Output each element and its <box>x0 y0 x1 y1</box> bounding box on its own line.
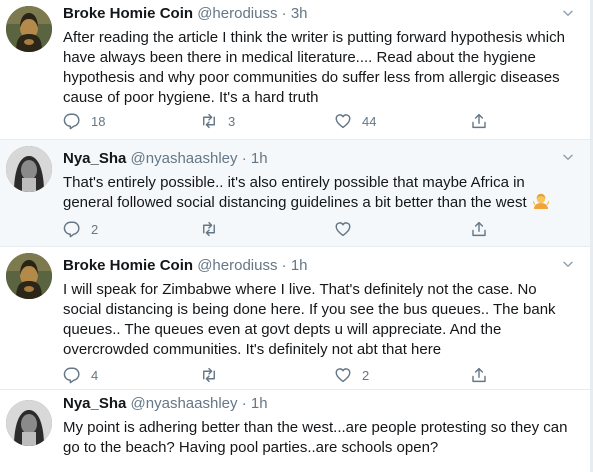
reply-icon <box>63 366 81 384</box>
retweet-button[interactable] <box>200 365 228 385</box>
tweet-actions: 18 3 44 <box>63 111 493 131</box>
like-icon <box>334 112 352 130</box>
retweet-button[interactable] <box>200 219 228 239</box>
tweet[interactable]: Broke Homie Coin @herodiuss · 3h After r… <box>0 0 593 140</box>
reply-icon <box>63 220 81 238</box>
tweet-text: I will speak for Zimbabwe where I live. … <box>63 281 556 358</box>
chevron-down-icon[interactable] <box>561 150 575 164</box>
tweet-text: After reading the article I think the wr… <box>63 29 565 106</box>
timestamp[interactable]: 1h <box>291 257 308 274</box>
tweet-text-body: That's entirely possible.. it's also ent… <box>63 174 527 211</box>
reply-button[interactable]: 18 <box>63 111 105 131</box>
share-icon <box>470 220 488 238</box>
display-name[interactable]: Broke Homie Coin <box>63 5 193 22</box>
reply-count: 4 <box>91 367 99 383</box>
separator-dot: · <box>281 257 287 274</box>
tweet[interactable]: Broke Homie Coin @herodiuss · 1h I will … <box>0 247 593 390</box>
display-name[interactable]: Nya_Sha <box>63 150 126 167</box>
share-icon <box>470 112 488 130</box>
timestamp[interactable]: 1h <box>251 150 268 167</box>
handle[interactable]: @herodiuss <box>197 5 277 22</box>
like-button[interactable] <box>334 219 362 239</box>
chevron-down-icon[interactable] <box>561 257 575 271</box>
reply-button[interactable]: 4 <box>63 365 98 385</box>
retweet-icon <box>200 112 218 130</box>
separator-dot: · <box>241 395 247 412</box>
share-icon <box>470 366 488 384</box>
like-button[interactable]: 2 <box>334 365 369 385</box>
person-shrugging-emoji <box>533 193 549 209</box>
separator-dot: · <box>241 150 247 167</box>
reply-count: 18 <box>91 113 106 129</box>
timestamp[interactable]: 1h <box>251 395 268 412</box>
avatar[interactable] <box>6 253 52 299</box>
tweet-header: Broke Homie Coin @herodiuss · 3h <box>63 5 569 23</box>
display-name[interactable]: Nya_Sha <box>63 395 126 412</box>
like-count: 44 <box>362 113 377 129</box>
share-button[interactable] <box>470 111 488 131</box>
like-icon <box>334 220 352 238</box>
like-icon <box>334 366 352 384</box>
avatar[interactable] <box>6 6 52 52</box>
tweet-text: That's entirely possible.. it's also ent… <box>63 173 569 213</box>
display-name[interactable]: Broke Homie Coin <box>63 257 193 274</box>
share-button[interactable] <box>470 219 488 239</box>
tweet-header: Nya_Sha @nyashaashley · 1h <box>63 150 569 168</box>
like-count: 2 <box>362 367 370 383</box>
separator-dot: · <box>281 5 287 22</box>
share-button[interactable] <box>470 365 488 385</box>
handle[interactable]: @nyashaashley <box>131 150 238 167</box>
retweet-icon <box>200 220 218 238</box>
handle[interactable]: @nyashaashley <box>131 395 238 412</box>
retweet-button[interactable]: 3 <box>200 111 235 131</box>
like-button[interactable]: 44 <box>334 111 376 131</box>
tweet-actions: 4 2 <box>63 365 493 385</box>
reply-icon <box>63 112 81 130</box>
tweet[interactable]: Nya_Sha @nyashaashley · 1h That's entire… <box>0 140 593 247</box>
reply-count: 2 <box>91 221 99 237</box>
retweet-icon <box>200 366 218 384</box>
handle[interactable]: @herodiuss <box>197 257 277 274</box>
chevron-down-icon[interactable] <box>561 6 575 20</box>
avatar[interactable] <box>6 146 52 192</box>
reply-button[interactable]: 2 <box>63 219 98 239</box>
retweet-count: 3 <box>228 113 236 129</box>
tweet-text: My point is adhering better than the wes… <box>63 419 568 456</box>
reply-thread: Broke Homie Coin @herodiuss · 3h After r… <box>0 0 593 472</box>
timestamp[interactable]: 3h <box>291 5 308 22</box>
tweet[interactable]: Nya_Sha @nyashaashley · 1h My point is a… <box>0 390 593 472</box>
tweet-header: Nya_Sha @nyashaashley · 1h <box>63 395 569 413</box>
avatar[interactable] <box>6 400 52 446</box>
tweet-header: Broke Homie Coin @herodiuss · 1h <box>63 257 569 275</box>
tweet-actions: 2 <box>63 219 493 239</box>
